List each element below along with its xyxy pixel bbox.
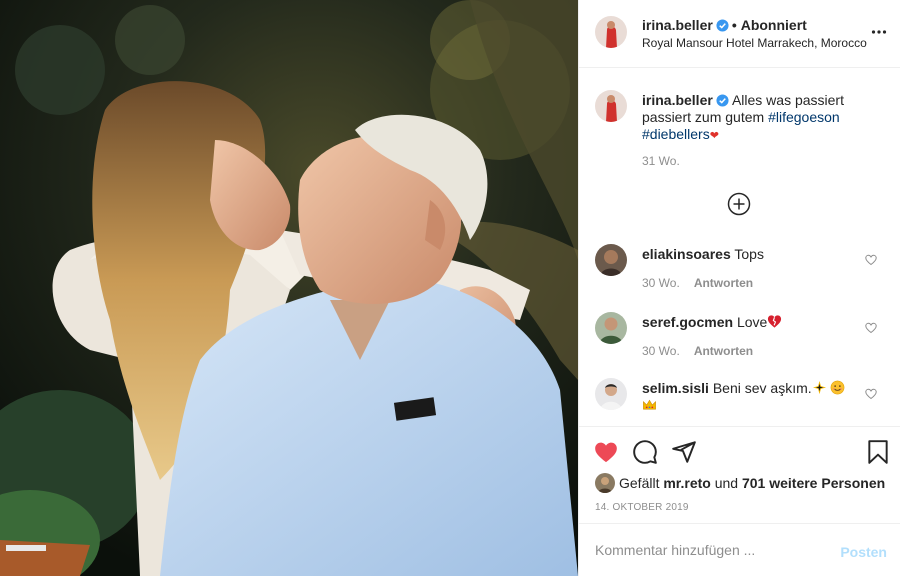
author-line: irina.beller • Abonniert (642, 17, 807, 33)
post-sidebar: irina.beller • Abonniert Royal Mansour Hot… (578, 0, 900, 576)
likes-summary[interactable]: Gefällt mr.reto und 701 weitere Personen (595, 473, 895, 493)
caption-username[interactable]: irina.beller (642, 92, 713, 108)
add-comment-bar: Posten (579, 523, 900, 576)
post-caption: irina.beller Alles was passiert passiert… (642, 92, 882, 145)
comment-username[interactable]: selim.sisli (642, 380, 709, 396)
comment-body: seref.gocmen Love (642, 314, 862, 331)
comment-avatar[interactable] (595, 378, 627, 410)
comment-body: eliakinsoares Tops (642, 246, 862, 263)
red-heart-emoji: ❤ (709, 130, 719, 142)
sparkle-emoji-icon (812, 380, 826, 395)
smiling-face-emoji-icon (830, 380, 844, 395)
comment-text: Beni sev aşkım. (712, 380, 812, 396)
author-avatar-image (595, 16, 627, 48)
instagram-post-view: irina.beller • Abonniert Royal Mansour Hot… (0, 0, 900, 576)
comment-meta: 30 Wo. Antworten (642, 276, 753, 290)
hashtag-lifegoeson[interactable]: #lifegoeson (768, 109, 840, 125)
separator-dot: • (731, 17, 737, 33)
heart-icon[interactable] (593, 439, 619, 465)
comment-username[interactable]: eliakinsoares (642, 246, 731, 262)
likes-prefix: Gefällt (619, 475, 660, 491)
comment-input[interactable] (595, 540, 825, 560)
caption-author-avatar[interactable] (595, 90, 627, 122)
comment-username[interactable]: seref.gocmen (642, 314, 733, 330)
comment-meta: 30 Wo. Antworten (642, 344, 753, 358)
caption-timestamp[interactable]: 31 Wo. (642, 154, 680, 168)
photo-couple-kissing (0, 0, 578, 576)
comment-text: Love (736, 314, 768, 330)
likes-others[interactable]: 701 weitere Personen (742, 475, 885, 491)
verified-badge-icon (716, 94, 729, 107)
broken-heart-emoji-icon (768, 315, 782, 328)
verified-badge-icon (716, 19, 729, 32)
liker-avatar-image (595, 473, 615, 493)
post-location[interactable]: Royal Mansour Hotel Marrakech, Morocco (642, 36, 867, 50)
post-header: irina.beller • Abonniert Royal Mansour Hot… (579, 0, 900, 68)
comment-like-heart-icon[interactable] (865, 254, 877, 266)
more-options-icon[interactable] (871, 24, 887, 40)
reply-button[interactable]: Antworten (694, 276, 753, 290)
liker-avatar[interactable] (595, 473, 615, 493)
post-actions-bar (579, 426, 900, 476)
comment-time[interactable]: 30 Wo. (642, 276, 680, 290)
post-photo[interactable] (0, 0, 578, 576)
post-comment-button[interactable]: Posten (840, 544, 887, 560)
comment-like-heart-icon[interactable] (865, 322, 877, 334)
comment-like-heart-icon[interactable] (865, 388, 877, 400)
comment-item: seref.gocmen Love 30 Wo. Antworten (579, 312, 900, 372)
author-avatar[interactable] (595, 16, 627, 48)
comment-body: selim.sisli Beni sev aşkım. (642, 380, 862, 414)
comment-time[interactable]: 30 Wo. (642, 344, 680, 358)
liker-username[interactable]: mr.reto (663, 475, 710, 491)
post-date[interactable]: 14. OKTOBER 2019 (595, 502, 689, 513)
comment-avatar-image (595, 312, 627, 344)
comment-avatar-image (595, 378, 627, 410)
author-username[interactable]: irina.beller (642, 17, 713, 33)
hashtag-diebellers[interactable]: #diebellers (642, 126, 710, 142)
comment-icon[interactable] (632, 439, 658, 465)
caption-avatar-image (595, 90, 627, 122)
comment-avatar[interactable] (595, 244, 627, 276)
comment-avatar[interactable] (595, 312, 627, 344)
comment-avatar-image (595, 244, 627, 276)
bookmark-icon[interactable] (865, 439, 891, 465)
comment-item: eliakinsoares Tops 30 Wo. Antworten (579, 244, 900, 304)
reply-button[interactable]: Antworten (694, 344, 753, 358)
follow-status-button[interactable]: Abonniert (741, 17, 807, 33)
plus-circle-icon[interactable] (727, 192, 751, 216)
comment-text: Tops (734, 246, 764, 262)
share-icon[interactable] (671, 439, 697, 465)
crown-emoji-icon (643, 399, 656, 410)
likes-connector: und (714, 475, 739, 491)
